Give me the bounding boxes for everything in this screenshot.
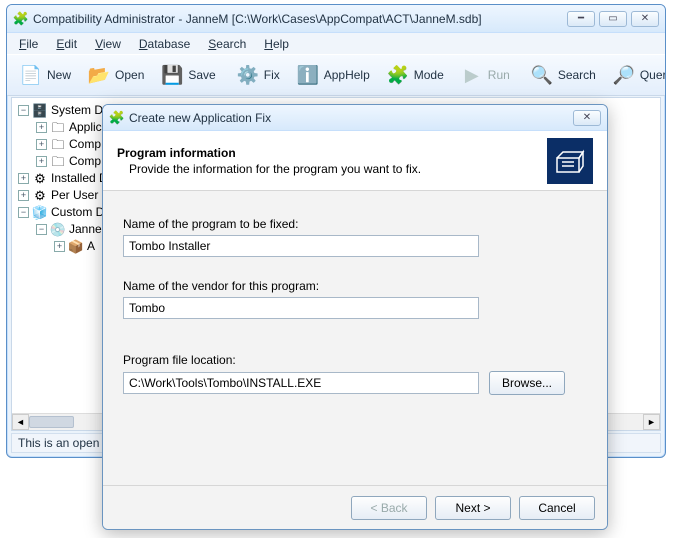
titlebar[interactable]: 🧩 Compatibility Administrator - JanneM [… (7, 5, 665, 33)
database-icon: 🗄️ (32, 103, 48, 119)
menu-help[interactable]: Help (256, 35, 297, 53)
dialog-close-button[interactable]: ✕ (573, 110, 601, 126)
minimize-button[interactable]: ━ (567, 11, 595, 27)
toolbar-new[interactable]: 📄New (13, 60, 77, 90)
gear-icon: ⚙ (32, 171, 48, 187)
toolbar-apphelp[interactable]: ℹ️AppHelp (290, 60, 376, 90)
label-program-name: Name of the program to be fixed: (123, 217, 587, 231)
expand-icon[interactable]: + (18, 190, 29, 201)
menu-view[interactable]: View (87, 35, 129, 53)
box-icon: 📦 (68, 239, 84, 255)
wizard-icon (547, 138, 593, 184)
search-icon: 🔍 (530, 63, 554, 87)
toolbar-run: ▶Run (454, 60, 516, 90)
expand-icon[interactable]: + (54, 241, 65, 252)
input-vendor[interactable] (123, 297, 479, 319)
input-program-name[interactable] (123, 235, 479, 257)
save-icon: 💾 (160, 63, 184, 87)
toolbar-fix[interactable]: ⚙️Fix (230, 60, 286, 90)
expand-icon[interactable]: + (18, 173, 29, 184)
run-icon: ▶ (460, 63, 484, 87)
window-title: Compatibility Administrator - JanneM [C:… (33, 12, 567, 26)
browse-button[interactable]: Browse... (489, 371, 565, 395)
expand-icon[interactable]: + (36, 122, 47, 133)
cancel-button[interactable]: Cancel (519, 496, 595, 520)
folder-icon: 🗀 (50, 120, 66, 136)
collapse-icon[interactable]: − (36, 224, 47, 235)
toolbar-query[interactable]: 🔎Query (606, 60, 666, 90)
dialog-icon: 🧩 (109, 110, 125, 126)
label-vendor: Name of the vendor for this program: (123, 279, 587, 293)
menubar: File Edit View Database Search Help (7, 33, 665, 54)
menu-search[interactable]: Search (200, 35, 254, 53)
cube-icon: 🧊 (32, 205, 48, 221)
query-icon: 🔎 (612, 63, 636, 87)
back-button: < Back (351, 496, 427, 520)
open-icon: 📂 (87, 63, 111, 87)
menu-database[interactable]: Database (131, 35, 198, 53)
toolbar-save[interactable]: 💾Save (154, 60, 221, 90)
input-location[interactable] (123, 372, 479, 394)
scroll-right-button[interactable]: ► (643, 414, 660, 430)
menu-file[interactable]: File (11, 35, 46, 53)
collapse-icon[interactable]: − (18, 105, 29, 116)
app-icon: 🧩 (13, 11, 29, 27)
folder-icon: 🗀 (50, 154, 66, 170)
dialog-subheading: Provide the information for the program … (129, 162, 535, 176)
next-button[interactable]: Next > (435, 496, 511, 520)
menu-edit[interactable]: Edit (48, 35, 85, 53)
apphelp-icon: ℹ️ (296, 63, 320, 87)
close-button[interactable]: ✕ (631, 11, 659, 27)
dialog-body: Name of the program to be fixed: Name of… (103, 191, 607, 485)
mode-icon: 🧩 (386, 63, 410, 87)
expand-icon[interactable]: + (36, 156, 47, 167)
disc-icon: 💿 (50, 222, 66, 238)
dialog-titlebar[interactable]: 🧩 Create new Application Fix ✕ (103, 105, 607, 131)
dialog-footer: < Back Next > Cancel (103, 485, 607, 529)
gear-icon: ⚙ (32, 188, 48, 204)
maximize-button[interactable]: ▭ (599, 11, 627, 27)
fix-icon: ⚙️ (236, 63, 260, 87)
scroll-left-button[interactable]: ◄ (12, 414, 29, 430)
dialog-heading: Program information (117, 146, 535, 160)
toolbar: 📄New 📂Open 💾Save ⚙️Fix ℹ️AppHelp 🧩Mode ▶… (7, 54, 665, 96)
expand-icon[interactable]: + (36, 139, 47, 150)
status-text: This is an open w (18, 436, 111, 450)
toolbar-mode[interactable]: 🧩Mode (380, 60, 450, 90)
new-icon: 📄 (19, 63, 43, 87)
folder-icon: 🗀 (50, 137, 66, 153)
scroll-thumb[interactable] (29, 416, 74, 428)
toolbar-search[interactable]: 🔍Search (524, 60, 602, 90)
dialog-header: Program information Provide the informat… (103, 131, 607, 191)
create-fix-dialog: 🧩 Create new Application Fix ✕ Program i… (102, 104, 608, 530)
collapse-icon[interactable]: − (18, 207, 29, 218)
toolbar-open[interactable]: 📂Open (81, 60, 150, 90)
dialog-title: Create new Application Fix (129, 111, 573, 125)
label-location: Program file location: (123, 353, 587, 367)
